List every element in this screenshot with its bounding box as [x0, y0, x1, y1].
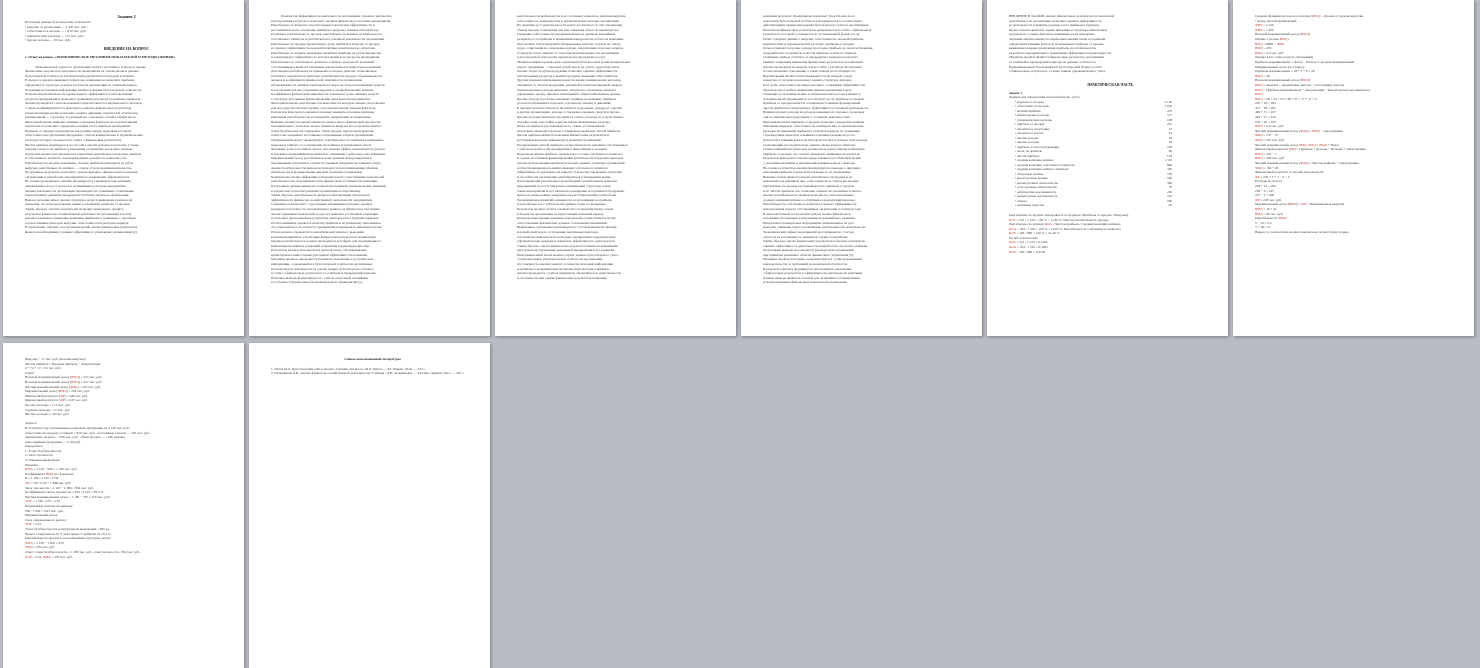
section-heading: ВВЕДЕНИЕ НА ВОПРОС — [103, 46, 150, 51]
section-heading: ПРАКТИЧЕСКАЯ ЧАСТЬ — [1087, 82, 1134, 87]
document-page-3: рентабельности деятельности и её составн… — [495, 0, 736, 336]
body-text: Экономическая сущность организации требу… — [25, 65, 228, 235]
intro-text: ВВЕДЕНИЕ И ЗАДАЧИ. Анализ финансовых рез… — [1009, 14, 1212, 74]
task-conditions: Используя данные бухгалтерской отчётност… — [25, 20, 228, 43]
document-page-5: ВВЕДЕНИЕ И ЗАДАЧИ. Анализ финансовых рез… — [987, 0, 1228, 336]
document-page-2: Показатели эффективности деятельности ор… — [249, 0, 490, 336]
text-line: • прочие доходы — 18 тыс. руб. — [25, 38, 71, 43]
text-line: Вывод: по результатам анализа показатели… — [1255, 229, 1350, 234]
document-page-8: Список использованной литературы 1. Пято… — [249, 343, 490, 668]
references-list: 1. Пятов М.Л. Бухгалтерский учёт и анали… — [271, 367, 474, 376]
document-page-1: Задание 2 Используя данные бухгалтерской… — [3, 0, 244, 336]
document-page-4: конечный результат. Предприятие заключае… — [741, 0, 982, 336]
calculation-text: Выручка − 17 тыс. руб. (валовая выручка)… — [25, 357, 228, 559]
body-text: рентабельности деятельности и её составн… — [517, 14, 720, 280]
text-line: и особенностей деятельности анализируемо… — [271, 280, 363, 285]
calculation-text: Рентабельность продаж определяется по фо… — [1009, 213, 1212, 254]
text-line: ROE = 184 / 860 = 0,2140 — [1009, 249, 1046, 254]
text-line: ЭОР = 2,53, ЧМД = 470 тыс. руб. — [25, 554, 73, 559]
text-line: и системности при оценке финансовых резу… — [517, 275, 608, 280]
text-line: и прогнозирования финансовых показателей… — [763, 280, 848, 285]
document-page-6: Средние функции расходов и затраты (ФНД)… — [1233, 0, 1474, 336]
text-line: 2. Чечевицына Л.Н. Анализ финансово-хозя… — [271, 371, 465, 376]
table-cell-value: 95 — [1168, 203, 1172, 208]
data-table: • выручка от продаж 2 120 • себестоимость … — [1009, 100, 1212, 208]
body-text: Показатели эффективности деятельности ор… — [271, 14, 474, 285]
document-page-7: Выручка − 17 тыс. руб. (валовая выручка)… — [3, 343, 244, 668]
text-line: является необходимым условием эффективно… — [25, 229, 138, 234]
table-cell-label: • денежные средства — [1015, 203, 1044, 208]
body-text: конечный результат. Предприятие заключае… — [763, 14, 966, 285]
calculation-text: Средние функции расходов и затраты (ФНД)… — [1255, 14, 1458, 235]
